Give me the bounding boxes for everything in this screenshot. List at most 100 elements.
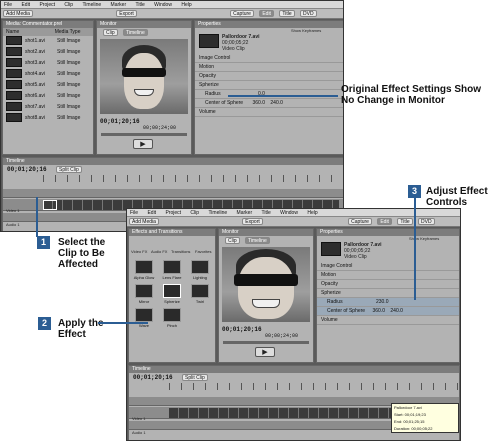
list-item[interactable]: shot2.avi Still Image xyxy=(3,47,93,58)
effect-thumb[interactable] xyxy=(191,284,209,298)
tab-dvd[interactable]: DVD xyxy=(418,218,435,225)
effect-spherize[interactable]: Spherize xyxy=(195,81,343,90)
list-item[interactable]: shot3.avi Still Image xyxy=(3,58,93,69)
param-center[interactable]: Center of Sphere 360.0 240.0 xyxy=(317,307,459,316)
menu-file[interactable]: File xyxy=(1,2,12,8)
menu-marker[interactable]: Marker xyxy=(234,210,253,216)
tab-dvd[interactable]: DVD xyxy=(300,10,317,17)
menu-window[interactable]: Window xyxy=(151,2,172,8)
menu-title[interactable]: Title xyxy=(259,210,271,216)
timeline-tab[interactable]: Timeline xyxy=(245,237,270,244)
dvd-marker-track[interactable]: DVD Marker xyxy=(3,189,343,203)
tab-capture[interactable]: Capture xyxy=(230,10,254,17)
effect-image-control[interactable]: Image Control xyxy=(317,262,459,271)
effect-image-control[interactable]: Image Control xyxy=(195,54,343,63)
clip-thumbnail xyxy=(321,242,341,256)
menu-edit[interactable]: Edit xyxy=(144,210,156,216)
menu-help[interactable]: Help xyxy=(178,2,191,8)
menu-file[interactable]: File xyxy=(127,210,138,216)
menu-project[interactable]: Project xyxy=(36,2,55,8)
list-item[interactable]: shot4.avi Still Image xyxy=(3,69,93,80)
effect-volume[interactable]: Volume xyxy=(317,316,459,325)
add-media-button[interactable]: Add Media xyxy=(3,10,33,17)
clip-thumbnail xyxy=(199,34,219,48)
effect-motion[interactable]: Motion xyxy=(317,271,459,280)
menu-timeline[interactable]: Timeline xyxy=(79,2,101,8)
menu-help[interactable]: Help xyxy=(304,210,317,216)
clip-type: Video Clip xyxy=(344,254,367,260)
effect-thumb[interactable] xyxy=(163,260,181,274)
effect-thumb[interactable] xyxy=(163,308,181,322)
list-item[interactable]: shot7.avi Still Image xyxy=(3,102,93,113)
current-timecode: 00;01;20;16 xyxy=(100,118,140,125)
tab-capture[interactable]: Capture xyxy=(348,218,372,225)
clip-thumbnail xyxy=(6,58,22,68)
effect-motion[interactable]: Motion xyxy=(195,63,343,72)
time-ruler[interactable] xyxy=(43,175,343,182)
menu-project[interactable]: Project xyxy=(162,210,181,216)
scrub-bar[interactable] xyxy=(223,341,309,344)
clip-thumbnail xyxy=(6,91,22,101)
play-button[interactable]: ▶ xyxy=(133,139,153,149)
menu-clip[interactable]: Clip xyxy=(187,210,199,216)
list-item[interactable]: shot6.avi Still Image xyxy=(3,91,93,102)
menu-window[interactable]: Window xyxy=(277,210,298,216)
sunglasses xyxy=(234,274,298,286)
transitions-button[interactable]: Transitions xyxy=(171,249,190,254)
effect-thumb[interactable] xyxy=(135,308,153,322)
audio-fx-button[interactable]: Audio FX xyxy=(151,249,167,254)
export-button[interactable]: Export xyxy=(116,10,137,17)
media-panel: Media: Commentator.prel Name Media Type … xyxy=(2,20,94,155)
properties-panel: Properties Show Keyframes Pallordoor 7.a… xyxy=(194,20,343,155)
menu-timeline[interactable]: Timeline xyxy=(205,210,227,216)
effect-label: Lens Flare xyxy=(162,275,182,280)
timeline-tab[interactable]: Timeline xyxy=(123,29,148,36)
callout-original: Original Effect Settings Show No Change … xyxy=(341,84,482,106)
effect-opacity[interactable]: Opacity xyxy=(195,72,343,81)
menu-title[interactable]: Title xyxy=(133,2,145,8)
tab-title[interactable]: Title xyxy=(397,218,413,225)
effect-volume[interactable]: Volume xyxy=(195,108,343,117)
center-y[interactable]: 240.0 xyxy=(390,308,403,314)
tab-edit[interactable]: Edit xyxy=(377,218,392,225)
menu-marker[interactable]: Marker xyxy=(108,2,127,8)
param-center[interactable]: Center of Sphere 360.0 240.0 xyxy=(195,99,343,108)
favorites-button[interactable]: Favorites xyxy=(195,249,211,254)
col-name[interactable]: Name xyxy=(6,29,19,35)
tab-edit[interactable]: Edit xyxy=(259,10,274,17)
param-radius[interactable]: Radius 230.0 xyxy=(317,298,459,307)
list-item[interactable]: shot8.avi Still Image xyxy=(3,113,93,124)
properties-panel: Properties Show Keyframes Pallordoor 7.a… xyxy=(316,228,460,363)
col-type[interactable]: Media Type xyxy=(55,29,81,35)
effect-thumb[interactable] xyxy=(191,260,209,274)
selected-clip[interactable] xyxy=(43,200,57,210)
split-clip-button[interactable]: Split Clip xyxy=(182,374,208,381)
center-x[interactable]: 360.0 xyxy=(252,100,265,106)
center-y[interactable]: 240.0 xyxy=(270,100,283,106)
menu-clip[interactable]: Clip xyxy=(61,2,73,8)
screenshot-after: File Edit Project Clip Timeline Marker T… xyxy=(126,208,461,441)
spherize-effect-thumb[interactable] xyxy=(163,284,181,298)
callout-line-2 xyxy=(98,322,148,324)
radius-value[interactable]: 230.0 xyxy=(376,299,389,305)
split-clip-button[interactable]: Split Clip xyxy=(56,166,82,173)
effect-thumb[interactable] xyxy=(135,284,153,298)
callout-step-1: Select the Clip to Be Affected xyxy=(58,237,106,270)
center-x[interactable]: 360.0 xyxy=(372,308,385,314)
clip-tab[interactable]: Clip xyxy=(225,237,240,244)
export-button[interactable]: Export xyxy=(242,218,263,225)
list-item[interactable]: shot5.avi Still Image xyxy=(3,80,93,91)
menu-edit[interactable]: Edit xyxy=(18,2,30,8)
clip-tab[interactable]: Clip xyxy=(103,29,118,36)
video-fx-button[interactable]: Video FX xyxy=(131,249,147,254)
list-item[interactable]: shot1.avi Still Image xyxy=(3,36,93,47)
tab-title[interactable]: Title xyxy=(279,10,295,17)
effect-opacity[interactable]: Opacity xyxy=(317,280,459,289)
play-button[interactable]: ▶ xyxy=(255,347,275,357)
time-ruler[interactable] xyxy=(169,383,459,390)
add-media-button[interactable]: Add Media xyxy=(129,218,159,225)
scrub-bar[interactable] xyxy=(101,133,187,136)
tooltip-end: End: 00;01;25;15 xyxy=(394,419,425,424)
effect-spherize[interactable]: Spherize xyxy=(317,289,459,298)
effect-thumb[interactable] xyxy=(135,260,153,274)
